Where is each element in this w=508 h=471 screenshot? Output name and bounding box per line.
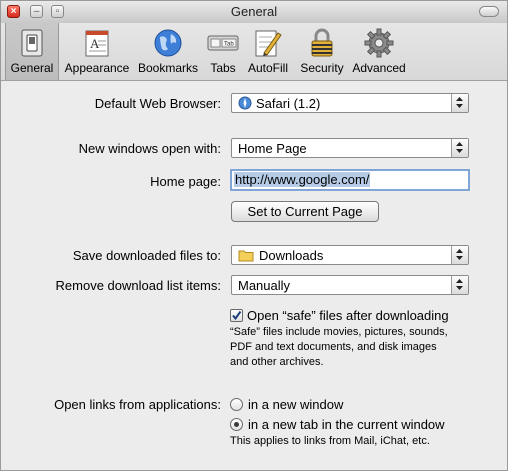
popup-arrows-icon	[451, 94, 468, 112]
new-windows-value: Home Page	[238, 141, 307, 156]
links-note: This applies to links from Mail, iChat, …	[230, 435, 430, 447]
toolbar-item-autofill[interactable]: AutoFill	[244, 23, 292, 80]
appearance-icon: A	[85, 30, 109, 57]
toolbar-item-general[interactable]: General	[5, 23, 59, 80]
open-links-label: Open links from applications:	[54, 397, 221, 412]
popup-arrows-icon	[451, 276, 468, 294]
toolbar-item-appearance[interactable]: A Appearance	[61, 23, 133, 80]
radio-new-tab[interactable]	[230, 418, 243, 431]
checkmark-icon	[232, 310, 242, 321]
folder-icon	[238, 250, 254, 262]
tabs-icon: Tab	[207, 35, 239, 51]
toolbar-item-advanced[interactable]: Advanced	[350, 23, 408, 80]
radio-new-tab-label[interactable]: in a new tab in the current window	[248, 417, 445, 432]
tabs-icon-text: Tab	[224, 42, 234, 48]
toolbar-item-tabs[interactable]: Tab Tabs	[204, 23, 242, 80]
home-page-value: http://www.google.com/	[234, 172, 371, 187]
toolbar-label-security: Security	[300, 61, 344, 75]
default-browser-value: Safari (1.2)	[256, 96, 321, 111]
safari-compass-icon	[238, 96, 252, 110]
safe-files-note: “Safe” files include movies, pictures, s…	[230, 326, 448, 368]
bookmarks-globe-icon	[154, 29, 182, 57]
toolbar-label-tabs: Tabs	[210, 61, 236, 75]
toolbar-label-general: General	[10, 61, 54, 75]
radio-new-window-label[interactable]: in a new window	[248, 397, 343, 412]
save-downloads-value: Downloads	[259, 248, 324, 263]
toolbar-label-autofill: AutoFill	[247, 61, 288, 75]
radio-new-window[interactable]	[230, 398, 243, 411]
toolbar-label-appearance: Appearance	[64, 61, 130, 75]
save-downloads-popup[interactable]: Downloads	[231, 245, 469, 265]
general-switch-icon	[21, 29, 43, 57]
home-page-label: Home page:	[150, 174, 221, 189]
svg-text:A: A	[90, 36, 100, 51]
remove-download-label: Remove download list items:	[55, 278, 221, 293]
toolbar-label-advanced: Advanced	[352, 61, 406, 75]
default-browser-popup[interactable]: Safari (1.2)	[231, 93, 469, 113]
new-windows-popup[interactable]: Home Page	[231, 138, 469, 158]
new-windows-label: New windows open with:	[78, 141, 221, 156]
preferences-toolbar: General A Appearance Bookmarks Tab Tabs …	[1, 23, 507, 81]
save-downloads-label: Save downloaded files to:	[72, 248, 221, 263]
open-safe-files-checkbox[interactable]	[230, 309, 243, 322]
toolbar-toggle-button[interactable]	[479, 6, 499, 17]
autofill-pencil-icon	[255, 30, 282, 57]
remove-download-popup[interactable]: Manually	[231, 275, 469, 295]
open-safe-files-label[interactable]: Open “safe” files after downloading	[247, 308, 449, 323]
advanced-gear-icon	[364, 28, 394, 58]
popup-arrows-icon	[451, 139, 468, 157]
window-title: General	[230, 4, 278, 19]
remove-download-value: Manually	[238, 278, 291, 293]
toolbar-item-bookmarks[interactable]: Bookmarks	[135, 23, 201, 80]
default-browser-label: Default Web Browser:	[94, 96, 221, 111]
home-page-field[interactable]: http://www.google.com/	[230, 169, 470, 191]
toolbar-label-bookmarks: Bookmarks	[137, 61, 199, 75]
preferences-window: × – ▫ General General A Appearance Bookm…	[0, 0, 508, 471]
toolbar-item-security[interactable]: Security	[295, 23, 349, 80]
set-to-current-page-button[interactable]: Set to Current Page	[231, 201, 379, 222]
popup-arrows-icon	[451, 246, 468, 264]
security-lock-icon	[311, 28, 333, 57]
title-bar[interactable]: × – ▫ General	[1, 1, 507, 24]
